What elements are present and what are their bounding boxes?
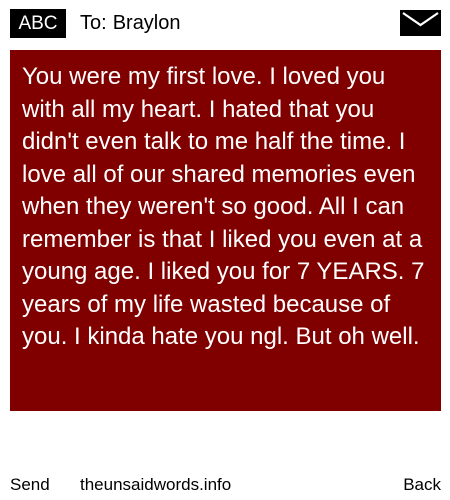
back-button[interactable]: Back (403, 474, 441, 496)
send-button[interactable]: Send (10, 474, 50, 496)
envelope-icon[interactable] (400, 10, 441, 36)
recipient-name: Braylon (112, 12, 181, 34)
message-header: ABC To: Braylon (10, 9, 441, 39)
site-name: theunsaidwords.info (80, 475, 232, 494)
to-label: To: (80, 12, 107, 34)
message-body: You were my first love. I loved you with… (10, 50, 441, 411)
soft-key-bar: Send theunsaidwords.info Back (10, 474, 441, 496)
message-text: You were my first love. I loved you with… (22, 63, 425, 350)
recipient-line: To: Braylon (80, 9, 181, 38)
input-mode-badge: ABC (10, 9, 66, 38)
